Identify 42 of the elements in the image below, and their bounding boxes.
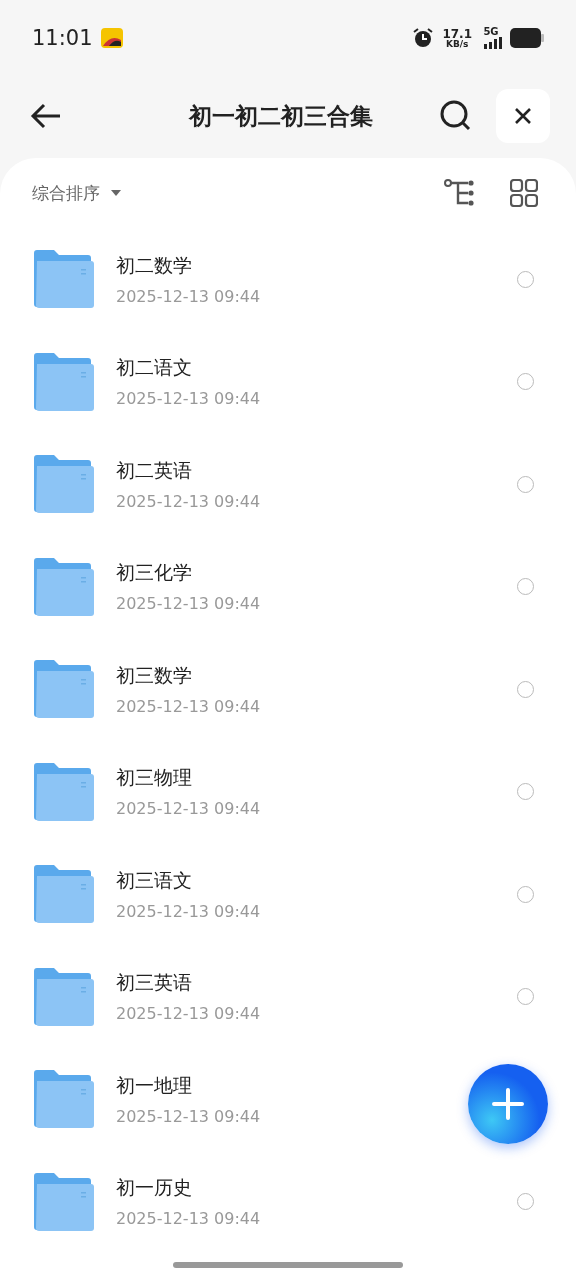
folder-date: 2025-12-13 09:44 bbox=[116, 491, 261, 511]
status-time: 11:01 bbox=[32, 26, 93, 50]
folder-icon bbox=[34, 249, 94, 310]
folder-icon bbox=[34, 556, 94, 617]
folder-date: 2025-12-13 09:44 bbox=[116, 286, 261, 306]
folder-icon bbox=[34, 966, 94, 1027]
folder-icon bbox=[34, 864, 94, 925]
folder-date: 2025-12-13 09:44 bbox=[116, 696, 261, 716]
folder-name[interactable]: 初二英语 bbox=[116, 457, 192, 484]
folder-name[interactable]: 初三数学 bbox=[116, 662, 192, 689]
folder-icon bbox=[34, 454, 94, 515]
battery-icon bbox=[510, 28, 544, 48]
caret-icon bbox=[110, 189, 122, 197]
folder-name[interactable]: 初三语文 bbox=[116, 867, 192, 894]
sort-dropdown[interactable]: 综合排序 bbox=[32, 181, 122, 205]
folder-date: 2025-12-13 09:44 bbox=[116, 799, 261, 819]
folder-date: 2025-12-13 09:44 bbox=[116, 901, 261, 921]
plus-icon bbox=[492, 1088, 524, 1120]
folder-date: 2025-12-13 09:44 bbox=[116, 594, 261, 614]
folder-date: 2025-12-13 09:44 bbox=[116, 1106, 261, 1126]
folder-icon bbox=[34, 761, 94, 822]
folder-icon bbox=[34, 351, 94, 412]
folder-date: 2025-12-13 09:44 bbox=[116, 1209, 261, 1229]
alarm-icon bbox=[412, 27, 435, 49]
folder-name[interactable]: 初三物理 bbox=[116, 765, 192, 792]
close-icon bbox=[514, 107, 532, 125]
app-icon bbox=[100, 28, 123, 48]
folder-name[interactable]: 初三化学 bbox=[116, 560, 192, 587]
folder-name[interactable]: 初三英语 bbox=[116, 970, 192, 997]
folder-date: 2025-12-13 09:44 bbox=[116, 389, 261, 409]
folder-name[interactable]: 初二数学 bbox=[116, 252, 192, 279]
folder-icon bbox=[34, 1171, 94, 1232]
folder-date: 2025-12-13 09:44 bbox=[116, 1004, 261, 1024]
folder-icon bbox=[34, 659, 94, 720]
folder-name[interactable]: 初一地理 bbox=[116, 1072, 192, 1099]
close-button[interactable] bbox=[496, 89, 550, 143]
folder-name[interactable]: 初二语文 bbox=[116, 355, 192, 382]
network-type: 5G bbox=[483, 27, 499, 37]
network-speed: 17.1 KB/s bbox=[442, 27, 472, 49]
page-title: 初一初二初三合集 bbox=[187, 101, 374, 131]
folder-name[interactable]: 初一历史 bbox=[116, 1175, 192, 1202]
folder-icon bbox=[34, 1069, 94, 1130]
